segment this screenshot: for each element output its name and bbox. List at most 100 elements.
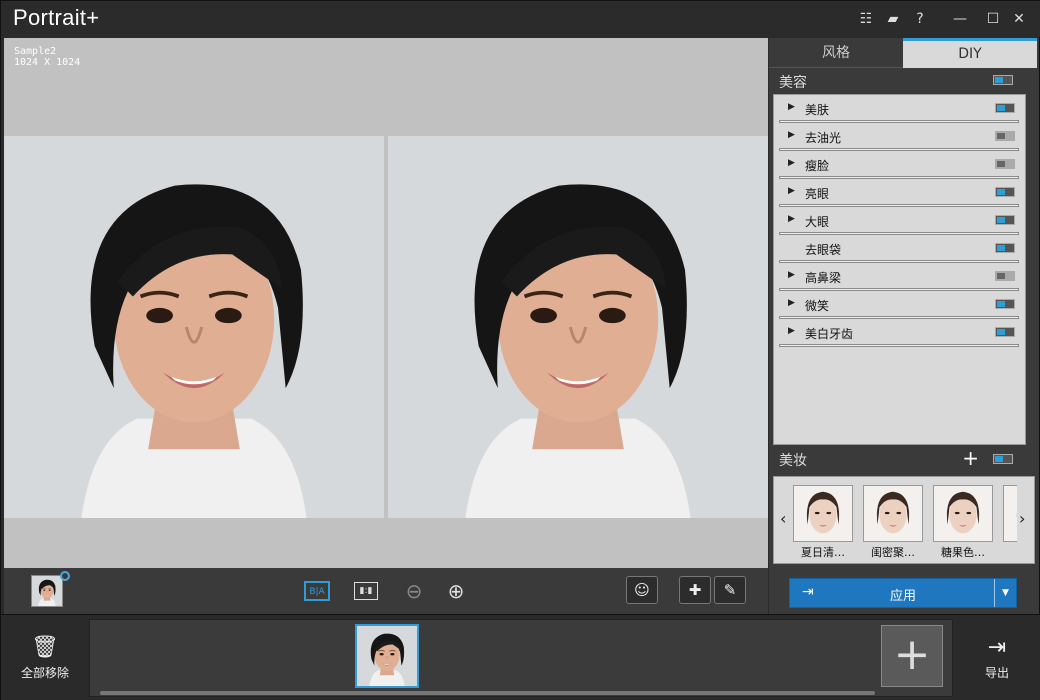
beauty-item-label: 亮眼 xyxy=(805,187,830,201)
add-photo-button[interactable]: + xyxy=(881,625,943,687)
makeup-prev-icon[interactable]: ‹ xyxy=(780,509,786,528)
makeup-preset[interactable]: 闺密聚… xyxy=(863,485,923,559)
sample-size: 1024 X 1024 xyxy=(14,57,81,68)
makeup-preset-name: 俱 xyxy=(1003,544,1017,559)
photo-filmstrip: + xyxy=(89,619,953,697)
makeup-preset[interactable]: 糖果色… xyxy=(933,485,993,559)
item-slider[interactable] xyxy=(779,344,1019,347)
beauty-item-label: 美肤 xyxy=(805,103,830,117)
close-icon[interactable]: ✕ xyxy=(1008,9,1030,29)
expand-arrow-icon[interactable]: ▶ xyxy=(788,298,795,308)
apply-icon: ⇥ xyxy=(802,584,814,600)
item-slider[interactable] xyxy=(779,288,1019,291)
app-title: Portrait+ xyxy=(13,5,100,30)
beauty-item-label: 大眼 xyxy=(805,215,830,229)
help-icon[interactable]: ? xyxy=(909,9,931,29)
preview-canvas: Sample2 1024 X 1024 xyxy=(4,38,768,568)
item-toggle[interactable] xyxy=(995,299,1015,309)
maximize-icon[interactable]: ☐ xyxy=(982,9,1004,29)
item-slider[interactable] xyxy=(779,232,1019,235)
title-bar: Portrait+ ☷ ▰ ? — ☐ ✕ xyxy=(1,1,1040,37)
tab-diy[interactable]: DIY xyxy=(903,38,1037,68)
smile-icon[interactable]: ☺ xyxy=(626,576,658,604)
makeup-section-header: 美妆 + xyxy=(769,446,1039,472)
beauty-item-teeth[interactable]: ▶ 美白牙齿 xyxy=(779,321,1019,348)
expand-arrow-icon[interactable]: ▶ xyxy=(788,214,795,224)
list-icon[interactable]: ☷ xyxy=(855,9,877,29)
apply-button[interactable]: ⇥ 应用 ▼ xyxy=(789,578,1017,608)
status-dot-icon xyxy=(60,571,70,581)
remove-all-label: 全部移除 xyxy=(20,666,69,680)
apply-label: 应用 xyxy=(890,589,917,604)
item-toggle[interactable] xyxy=(995,271,1015,281)
makeup-preset-name: 夏日清… xyxy=(801,546,845,559)
filmstrip-photo[interactable] xyxy=(355,624,419,688)
before-after-button[interactable]: B|A xyxy=(304,581,330,601)
item-toggle[interactable] xyxy=(995,131,1015,141)
item-slider[interactable] xyxy=(779,260,1019,263)
after-photo[interactable] xyxy=(388,136,768,518)
beauty-item-bright-eyes[interactable]: ▶ 亮眼 xyxy=(779,181,1019,208)
tab-style[interactable]: 风格 xyxy=(769,38,903,68)
right-panel: 风格 DIY 美容 ▶ 美肤 ▶ 去油光 ▶ 瘦脸 ▶ 亮眼 ▶ 大眼 去眼袋 … xyxy=(769,38,1039,614)
beauty-section-title: 美容 xyxy=(779,75,807,91)
makeup-preset-image xyxy=(793,485,853,542)
export-button[interactable]: ⇥ 导出 xyxy=(962,635,1032,681)
item-toggle[interactable] xyxy=(995,103,1015,113)
comment-icon[interactable]: ▰ xyxy=(882,9,904,29)
remove-all-button[interactable]: 🗑 全部移除 xyxy=(10,635,80,681)
beauty-item-label: 微笑 xyxy=(805,299,830,313)
makeup-preset[interactable]: 俱 xyxy=(1003,485,1017,559)
filmstrip-scrollbar[interactable] xyxy=(100,691,875,695)
expand-arrow-icon[interactable]: ▶ xyxy=(788,158,795,168)
beauty-item-skin[interactable]: ▶ 美肤 xyxy=(779,97,1019,124)
beauty-item-smile[interactable]: ▶ 微笑 xyxy=(779,293,1019,320)
item-slider[interactable] xyxy=(779,176,1019,179)
beauty-list: ▶ 美肤 ▶ 去油光 ▶ 瘦脸 ▶ 亮眼 ▶ 大眼 去眼袋 ▶ 高鼻梁 ▶ 微笑… xyxy=(773,94,1026,445)
makeup-toggle[interactable] xyxy=(993,454,1013,464)
beauty-toggle[interactable] xyxy=(993,75,1013,85)
minimize-icon[interactable]: — xyxy=(949,9,971,29)
item-toggle[interactable] xyxy=(995,215,1015,225)
item-slider[interactable] xyxy=(779,204,1019,207)
apply-dropdown-icon[interactable]: ▼ xyxy=(994,579,1016,607)
zoom-out-icon[interactable]: ⊖ xyxy=(402,579,426,603)
expand-arrow-icon[interactable]: ▶ xyxy=(788,130,795,140)
makeup-next-icon[interactable]: › xyxy=(1019,509,1025,528)
beauty-item-oil[interactable]: ▶ 去油光 xyxy=(779,125,1019,152)
item-slider[interactable] xyxy=(779,316,1019,319)
item-slider[interactable] xyxy=(779,148,1019,151)
beauty-item-nose[interactable]: ▶ 高鼻梁 xyxy=(779,265,1019,292)
item-toggle[interactable] xyxy=(995,243,1015,253)
current-photo-thumbnail[interactable] xyxy=(31,575,63,608)
beauty-item-big-eyes[interactable]: ▶ 大眼 xyxy=(779,209,1019,236)
makeup-preset-image xyxy=(1003,485,1017,542)
bandage-icon[interactable]: ✚ xyxy=(679,576,711,604)
expand-arrow-icon[interactable]: ▶ xyxy=(788,186,795,196)
beauty-item-slim-face[interactable]: ▶ 瘦脸 xyxy=(779,153,1019,180)
expand-arrow-icon[interactable]: ▶ xyxy=(788,102,795,112)
item-slider[interactable] xyxy=(779,120,1019,123)
item-toggle[interactable] xyxy=(995,187,1015,197)
makeup-preset-name: 糖果色… xyxy=(941,546,985,559)
expand-arrow-icon[interactable]: ▶ xyxy=(788,326,795,336)
beauty-item-eye-bags[interactable]: 去眼袋 xyxy=(779,237,1019,264)
sample-info: Sample2 1024 X 1024 xyxy=(14,46,80,68)
compare-view-button[interactable]: ▮:▮ xyxy=(354,582,378,600)
sample-name: Sample2 xyxy=(14,46,57,57)
portrait-plus-window: Portrait+ ☷ ▰ ? — ☐ ✕ Sample2 1024 X 102… xyxy=(0,0,1040,700)
makeup-preset-image xyxy=(933,485,993,542)
item-toggle[interactable] xyxy=(995,327,1015,337)
zoom-in-icon[interactable]: ⊕ xyxy=(444,579,468,603)
before-photo[interactable] xyxy=(4,136,384,518)
makeup-preset[interactable]: 夏日清… xyxy=(793,485,853,559)
beauty-item-label: 美白牙齿 xyxy=(805,327,854,341)
makeup-section-title: 美妆 xyxy=(779,453,807,469)
beauty-item-label: 高鼻梁 xyxy=(805,271,842,285)
makeup-preset-name: 闺密聚… xyxy=(871,546,915,559)
brush-icon[interactable]: ✎ xyxy=(714,576,746,604)
add-makeup-button[interactable]: + xyxy=(962,446,979,470)
beauty-item-label: 瘦脸 xyxy=(805,159,830,173)
item-toggle[interactable] xyxy=(995,159,1015,169)
expand-arrow-icon[interactable]: ▶ xyxy=(788,270,795,280)
